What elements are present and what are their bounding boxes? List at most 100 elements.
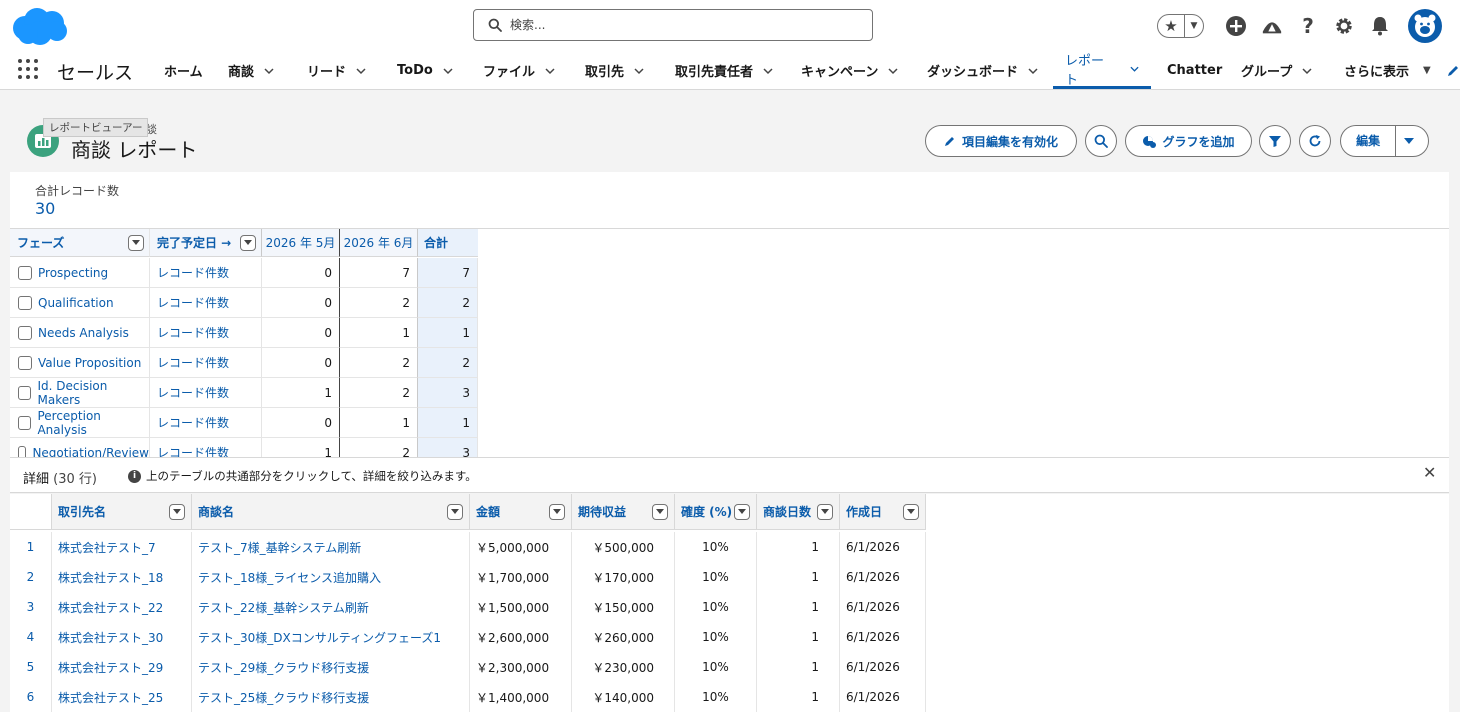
favorites-star-icon[interactable]: ★ xyxy=(1158,15,1185,37)
column-menu-icon[interactable] xyxy=(652,504,668,520)
row-checkbox[interactable] xyxy=(18,265,32,280)
nav-item-home[interactable]: ホーム xyxy=(164,52,203,89)
search-input[interactable] xyxy=(510,18,850,32)
favorites-dropdown-icon[interactable]: ▼ xyxy=(1185,21,1203,31)
trailhead-icon[interactable] xyxy=(1261,15,1283,37)
notifications-bell-icon[interactable] xyxy=(1369,15,1391,37)
edit-menu-dropdown[interactable] xyxy=(1396,137,1428,145)
matrix-may-cell-text[interactable]: 1 xyxy=(324,446,332,458)
search-report-button[interactable] xyxy=(1085,125,1117,157)
account-link[interactable]: 株式会社テスト_25 xyxy=(52,682,192,712)
matrix-june-cell[interactable]: 2 xyxy=(340,378,418,408)
matrix-header-may[interactable]: 2026 年 5月 xyxy=(262,229,340,257)
app-launcher-icon[interactable] xyxy=(18,59,38,79)
row-checkbox[interactable] xyxy=(18,385,32,400)
add-chart-button[interactable]: グラフを追加 xyxy=(1125,125,1252,157)
matrix-june-cell-text[interactable]: 2 xyxy=(402,356,410,370)
column-menu-icon[interactable] xyxy=(169,504,185,520)
edit-button[interactable]: 編集 xyxy=(1341,126,1397,156)
matrix-may-cell[interactable]: 0 xyxy=(262,288,340,318)
matrix-june-cell[interactable]: 1 xyxy=(340,408,418,438)
matrix-header-june[interactable]: 2026 年 6月 xyxy=(340,229,418,257)
matrix-may-cell[interactable]: 0 xyxy=(262,318,340,348)
nav-item-leads[interactable]: リード xyxy=(307,52,366,89)
matrix-may-cell-text[interactable]: 0 xyxy=(324,296,332,310)
nav-item-files[interactable]: ファイル xyxy=(483,52,555,89)
matrix-metric-cell-text[interactable]: レコード件数 xyxy=(157,324,229,341)
opportunity-link[interactable]: テスト_7様_基幹システム刷新 xyxy=(192,532,470,562)
opportunity-link-text[interactable]: テスト_22様_基幹システム刷新 xyxy=(198,599,369,616)
matrix-metric-cell[interactable]: レコード件数 xyxy=(150,318,262,348)
opportunity-link[interactable]: テスト_22様_基幹システム刷新 xyxy=(192,592,470,622)
column-header-amount[interactable]: 金額 xyxy=(470,494,572,530)
matrix-may-cell[interactable]: 0 xyxy=(262,408,340,438)
edit-nav-pencil-icon[interactable] xyxy=(1446,64,1460,78)
matrix-may-cell-text[interactable]: 1 xyxy=(324,386,332,400)
matrix-june-cell-text[interactable]: 1 xyxy=(402,416,410,430)
refresh-button[interactable] xyxy=(1299,125,1331,157)
row-checkbox[interactable] xyxy=(18,415,32,430)
matrix-may-cell-text[interactable]: 0 xyxy=(324,266,332,280)
matrix-phase-cell-text[interactable]: Prospecting xyxy=(38,266,108,280)
matrix-may-cell[interactable]: 0 xyxy=(262,258,340,288)
opportunity-link-text[interactable]: テスト_30様_DXコンサルティングフェーズ1 xyxy=(198,629,441,646)
matrix-metric-cell-text[interactable]: レコード件数 xyxy=(157,294,229,311)
matrix-may-cell-text[interactable]: 0 xyxy=(324,326,332,340)
opportunity-link-text[interactable]: テスト_7様_基幹システム刷新 xyxy=(198,539,361,556)
matrix-phase-cell[interactable]: Negotiation/Review xyxy=(10,438,150,457)
matrix-may-cell[interactable]: 1 xyxy=(262,378,340,408)
matrix-metric-cell-text[interactable]: レコード件数 xyxy=(157,264,229,281)
matrix-phase-cell-text[interactable]: Qualification xyxy=(38,296,114,310)
matrix-phase-cell[interactable]: Qualification xyxy=(10,288,150,318)
column-menu-icon[interactable] xyxy=(903,504,919,520)
nav-item-chatter[interactable]: Chatter xyxy=(1167,52,1222,89)
nav-item-contacts[interactable]: 取引先責任者 xyxy=(675,52,773,89)
nav-item-campaigns[interactable]: キャンペーン xyxy=(801,52,898,89)
column-header-age[interactable]: 商談日数 xyxy=(757,494,840,530)
matrix-metric-cell-text[interactable]: レコード件数 xyxy=(157,354,229,371)
account-link-text[interactable]: 株式会社テスト_25 xyxy=(58,689,163,706)
enable-field-editing-button[interactable]: 項目編集を有効化 xyxy=(925,125,1077,157)
matrix-phase-cell-text[interactable]: Perception Analysis xyxy=(37,409,149,437)
nav-item-more[interactable]: さらに表示 ▼ xyxy=(1344,52,1431,89)
column-header-probability[interactable]: 確度 (%) xyxy=(675,494,757,530)
matrix-metric-cell[interactable]: レコード件数 xyxy=(150,378,262,408)
account-link-text[interactable]: 株式会社テスト_7 xyxy=(58,539,156,556)
matrix-phase-cell-text[interactable]: Value Proposition xyxy=(38,356,141,370)
matrix-metric-cell[interactable]: レコード件数 xyxy=(150,258,262,288)
matrix-june-cell-text[interactable]: 2 xyxy=(402,296,410,310)
column-header-expected-revenue[interactable]: 期待収益 xyxy=(572,494,675,530)
matrix-metric-cell[interactable]: レコード件数 xyxy=(150,438,262,457)
matrix-metric-cell[interactable]: レコード件数 xyxy=(150,348,262,378)
row-checkbox[interactable] xyxy=(18,325,32,340)
column-menu-icon[interactable] xyxy=(817,504,833,520)
matrix-metric-cell-text[interactable]: レコード件数 xyxy=(157,384,229,401)
matrix-june-cell[interactable]: 7 xyxy=(340,258,418,288)
edit-split-button[interactable]: 編集 xyxy=(1340,125,1429,157)
row-checkbox[interactable] xyxy=(18,445,27,457)
account-link[interactable]: 株式会社テスト_18 xyxy=(52,562,192,592)
column-header-account[interactable]: 取引先名 xyxy=(52,494,192,530)
matrix-may-cell-text[interactable]: 0 xyxy=(324,356,332,370)
matrix-june-cell-text[interactable]: 1 xyxy=(402,326,410,340)
matrix-metric-cell-text[interactable]: レコード件数 xyxy=(157,444,229,457)
nav-item-accounts[interactable]: 取引先 xyxy=(585,52,644,89)
add-icon[interactable] xyxy=(1225,15,1247,37)
matrix-phase-cell[interactable]: Id. Decision Makers xyxy=(10,378,150,408)
matrix-phase-cell[interactable]: Perception Analysis xyxy=(10,408,150,438)
account-link-text[interactable]: 株式会社テスト_30 xyxy=(58,629,163,646)
matrix-metric-cell[interactable]: レコード件数 xyxy=(150,408,262,438)
nav-item-todo[interactable]: ToDo xyxy=(397,52,453,89)
opportunity-link[interactable]: テスト_25様_クラウド移行支援 xyxy=(192,682,470,712)
favorites-button[interactable]: ★ ▼ xyxy=(1157,14,1204,38)
column-menu-icon[interactable] xyxy=(734,504,750,520)
account-link[interactable]: 株式会社テスト_30 xyxy=(52,622,192,652)
salesforce-logo[interactable] xyxy=(10,6,70,46)
nav-item-reports[interactable]: レポート xyxy=(1053,52,1151,89)
column-header-opportunity[interactable]: 商談名 xyxy=(192,494,470,530)
matrix-june-cell[interactable]: 2 xyxy=(340,438,418,457)
opportunity-link[interactable]: テスト_18様_ライセンス追加購入 xyxy=(192,562,470,592)
matrix-june-cell-text[interactable]: 2 xyxy=(402,446,410,458)
matrix-may-cell-text[interactable]: 0 xyxy=(324,416,332,430)
matrix-phase-cell-text[interactable]: Id. Decision Makers xyxy=(37,379,149,407)
